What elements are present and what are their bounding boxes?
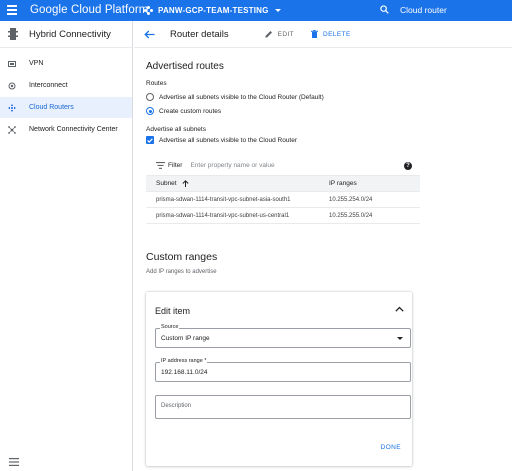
filter-label: Filter [168, 162, 183, 169]
edit-label: EDIT [277, 30, 295, 38]
sidebar-item-label: VPN [29, 60, 44, 67]
network-center-icon [8, 125, 16, 134]
page-header: Router details EDIT DELETE [134, 21, 512, 48]
filter-icon [156, 162, 165, 169]
pencil-icon [265, 31, 272, 38]
delete-button[interactable]: DELETE [311, 30, 351, 38]
top-bar: Google Cloud Platform PANW-GCP-TEAM-TEST… [0, 0, 512, 21]
sidebar-item-vpn[interactable]: VPN [0, 53, 132, 74]
source-select[interactable]: Source Custom IP range [155, 324, 411, 348]
hamburger-menu-icon[interactable] [7, 5, 17, 16]
edit-item-card: Edit item Source Custom IP range IP addr… [146, 292, 412, 466]
description-placeholder: Description [161, 403, 192, 409]
project-dots-icon [144, 6, 153, 15]
sidebar-title: Hybrid Connectivity [29, 28, 111, 40]
sidebar: Hybrid Connectivity VPN Interconnect Clo… [0, 21, 133, 471]
sort-arrow-up-icon [182, 180, 189, 187]
sidebar-item-label: Interconnect [29, 82, 68, 89]
app-logo[interactable]: Google Cloud Platform [30, 4, 148, 16]
table-row: prisma-sdwan-1114-transit-vpc-subnet-asi… [146, 192, 420, 208]
radio-custom-label: Create custom routes [159, 107, 222, 115]
table-cell-ip-range: 10.255.255.0/24 [329, 212, 373, 219]
chevron-down-icon [274, 9, 281, 12]
advertise-all-subnets-label: Advertise all subnets visible to the Clo… [159, 136, 298, 144]
table-filter-bar[interactable]: Filter Enter property name or value ? [146, 156, 420, 176]
search-value: Cloud router [400, 5, 447, 15]
done-button[interactable]: DONE [381, 444, 401, 451]
collapse-sidebar-icon[interactable] [9, 458, 19, 468]
search-input[interactable]: Cloud router [372, 0, 512, 21]
table-row: prisma-sdwan-1114-transit-vpc-subnet-us-… [146, 208, 420, 224]
ip-address-range-value: 192.168.11.0/24 [161, 369, 208, 376]
check-icon [147, 137, 153, 143]
advertise-all-subnets-checkbox-row[interactable]: Advertise all subnets visible to the Clo… [146, 136, 297, 144]
advertised-routes-title: Advertised routes [146, 61, 224, 72]
radio-custom[interactable] [146, 107, 154, 115]
ip-ranges-column-header[interactable]: IP ranges [329, 180, 420, 187]
radio-default-label: Advertise all subnets visible to the Clo… [159, 93, 324, 101]
vpn-icon [8, 60, 16, 68]
radio-custom-routes[interactable]: Create custom routes [146, 107, 221, 115]
custom-ranges-title: Custom ranges [146, 251, 218, 263]
source-label: Source [160, 324, 180, 330]
interconnect-icon [8, 82, 16, 90]
back-arrow-icon[interactable] [144, 30, 155, 39]
table-cell-subnet: prisma-sdwan-1114-transit-vpc-subnet-us-… [156, 212, 290, 219]
chevron-down-icon [397, 337, 403, 340]
project-name: PANW-GCP-TEAM-TESTING [158, 6, 269, 15]
hybrid-connectivity-icon [8, 28, 18, 40]
help-icon[interactable]: ? [404, 162, 412, 170]
ip-address-range-label: IP address range * [160, 358, 208, 364]
sidebar-item-network-connectivity-center[interactable]: Network Connectivity Center [0, 119, 132, 140]
radio-default-routes[interactable]: Advertise all subnets visible to the Clo… [146, 93, 324, 101]
project-selector[interactable]: PANW-GCP-TEAM-TESTING [144, 3, 281, 18]
search-icon [380, 5, 389, 14]
routes-label: Routes [146, 80, 167, 87]
sidebar-item-label: Network Connectivity Center [29, 126, 118, 133]
chevron-up-icon[interactable] [395, 306, 404, 312]
edit-item-title: Edit item [155, 306, 191, 316]
sidebar-item-cloud-routers[interactable]: Cloud Routers [0, 97, 132, 118]
sidebar-item-label: Cloud Routers [29, 104, 74, 111]
page-title: Router details [170, 28, 229, 40]
ip-address-range-field[interactable]: IP address range * 192.168.11.0/24 [155, 358, 411, 382]
table-cell-subnet: prisma-sdwan-1114-transit-vpc-subnet-asi… [156, 196, 291, 203]
all-subnets-label: Advertise all subnets [146, 126, 206, 133]
sidebar-header: Hybrid Connectivity [0, 21, 132, 48]
advertise-all-subnets-checkbox[interactable] [146, 136, 154, 144]
table-cell-ip-range: 10.255.254.0/24 [329, 196, 373, 203]
description-field[interactable]: Description [155, 395, 411, 419]
sidebar-item-interconnect[interactable]: Interconnect [0, 75, 132, 96]
table-header-row: Subnet IP ranges [146, 176, 420, 192]
trash-icon [311, 30, 319, 38]
source-value: Custom IP range [161, 335, 210, 342]
radio-default[interactable] [146, 93, 154, 101]
filter-input[interactable]: Enter property name or value [190, 162, 274, 169]
custom-ranges-subtitle: Add IP ranges to advertise [146, 269, 217, 275]
delete-label: DELETE [323, 30, 351, 38]
edit-button[interactable]: EDIT [265, 30, 294, 38]
main-content: Advertised routes Routes Advertise all s… [134, 48, 512, 471]
subnet-header-label: Subnet [156, 180, 177, 187]
cloud-router-icon [8, 103, 16, 112]
subnet-column-header[interactable]: Subnet [146, 180, 329, 187]
subnets-table: Subnet IP ranges prisma-sdwan-1114-trans… [146, 176, 420, 224]
